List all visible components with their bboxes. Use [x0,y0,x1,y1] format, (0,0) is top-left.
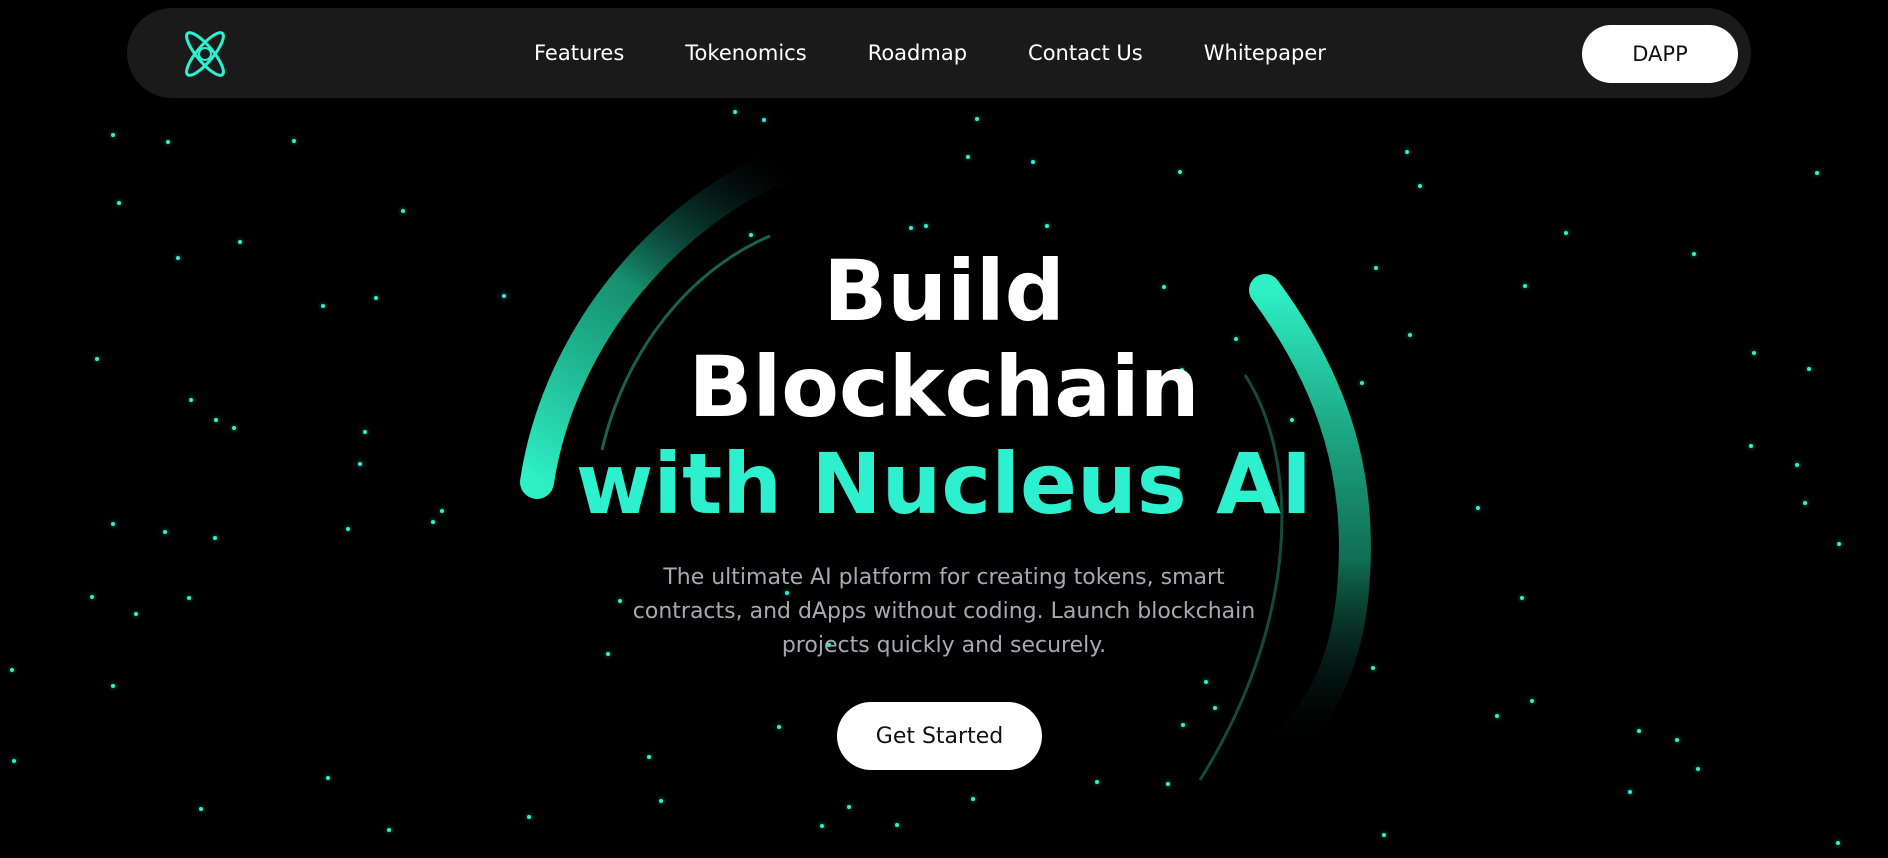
hero-title-line3: with Nucleus AI [575,435,1313,533]
hero-title-line2: Blockchain [688,338,1200,436]
atom-logo-icon[interactable] [177,23,233,85]
top-navbar: Features Tokenomics Roadmap Contact Us W… [127,8,1751,98]
nav-link-features[interactable]: Features [534,41,624,65]
nav-link-tokenomics[interactable]: Tokenomics [685,41,806,65]
nav-link-whitepaper[interactable]: Whitepaper [1204,41,1326,65]
hero-subtitle: The ultimate AI platform for creating to… [632,565,1256,658]
get-started-button[interactable]: Get Started [837,702,1042,770]
dapp-button[interactable]: DAPP [1582,25,1738,83]
hero-title-line1: Build [823,242,1065,340]
nav-link-contact-us[interactable]: Contact Us [1028,41,1143,65]
nav-links: Features Tokenomics Roadmap Contact Us W… [534,8,1326,98]
nav-link-roadmap[interactable]: Roadmap [868,41,967,65]
